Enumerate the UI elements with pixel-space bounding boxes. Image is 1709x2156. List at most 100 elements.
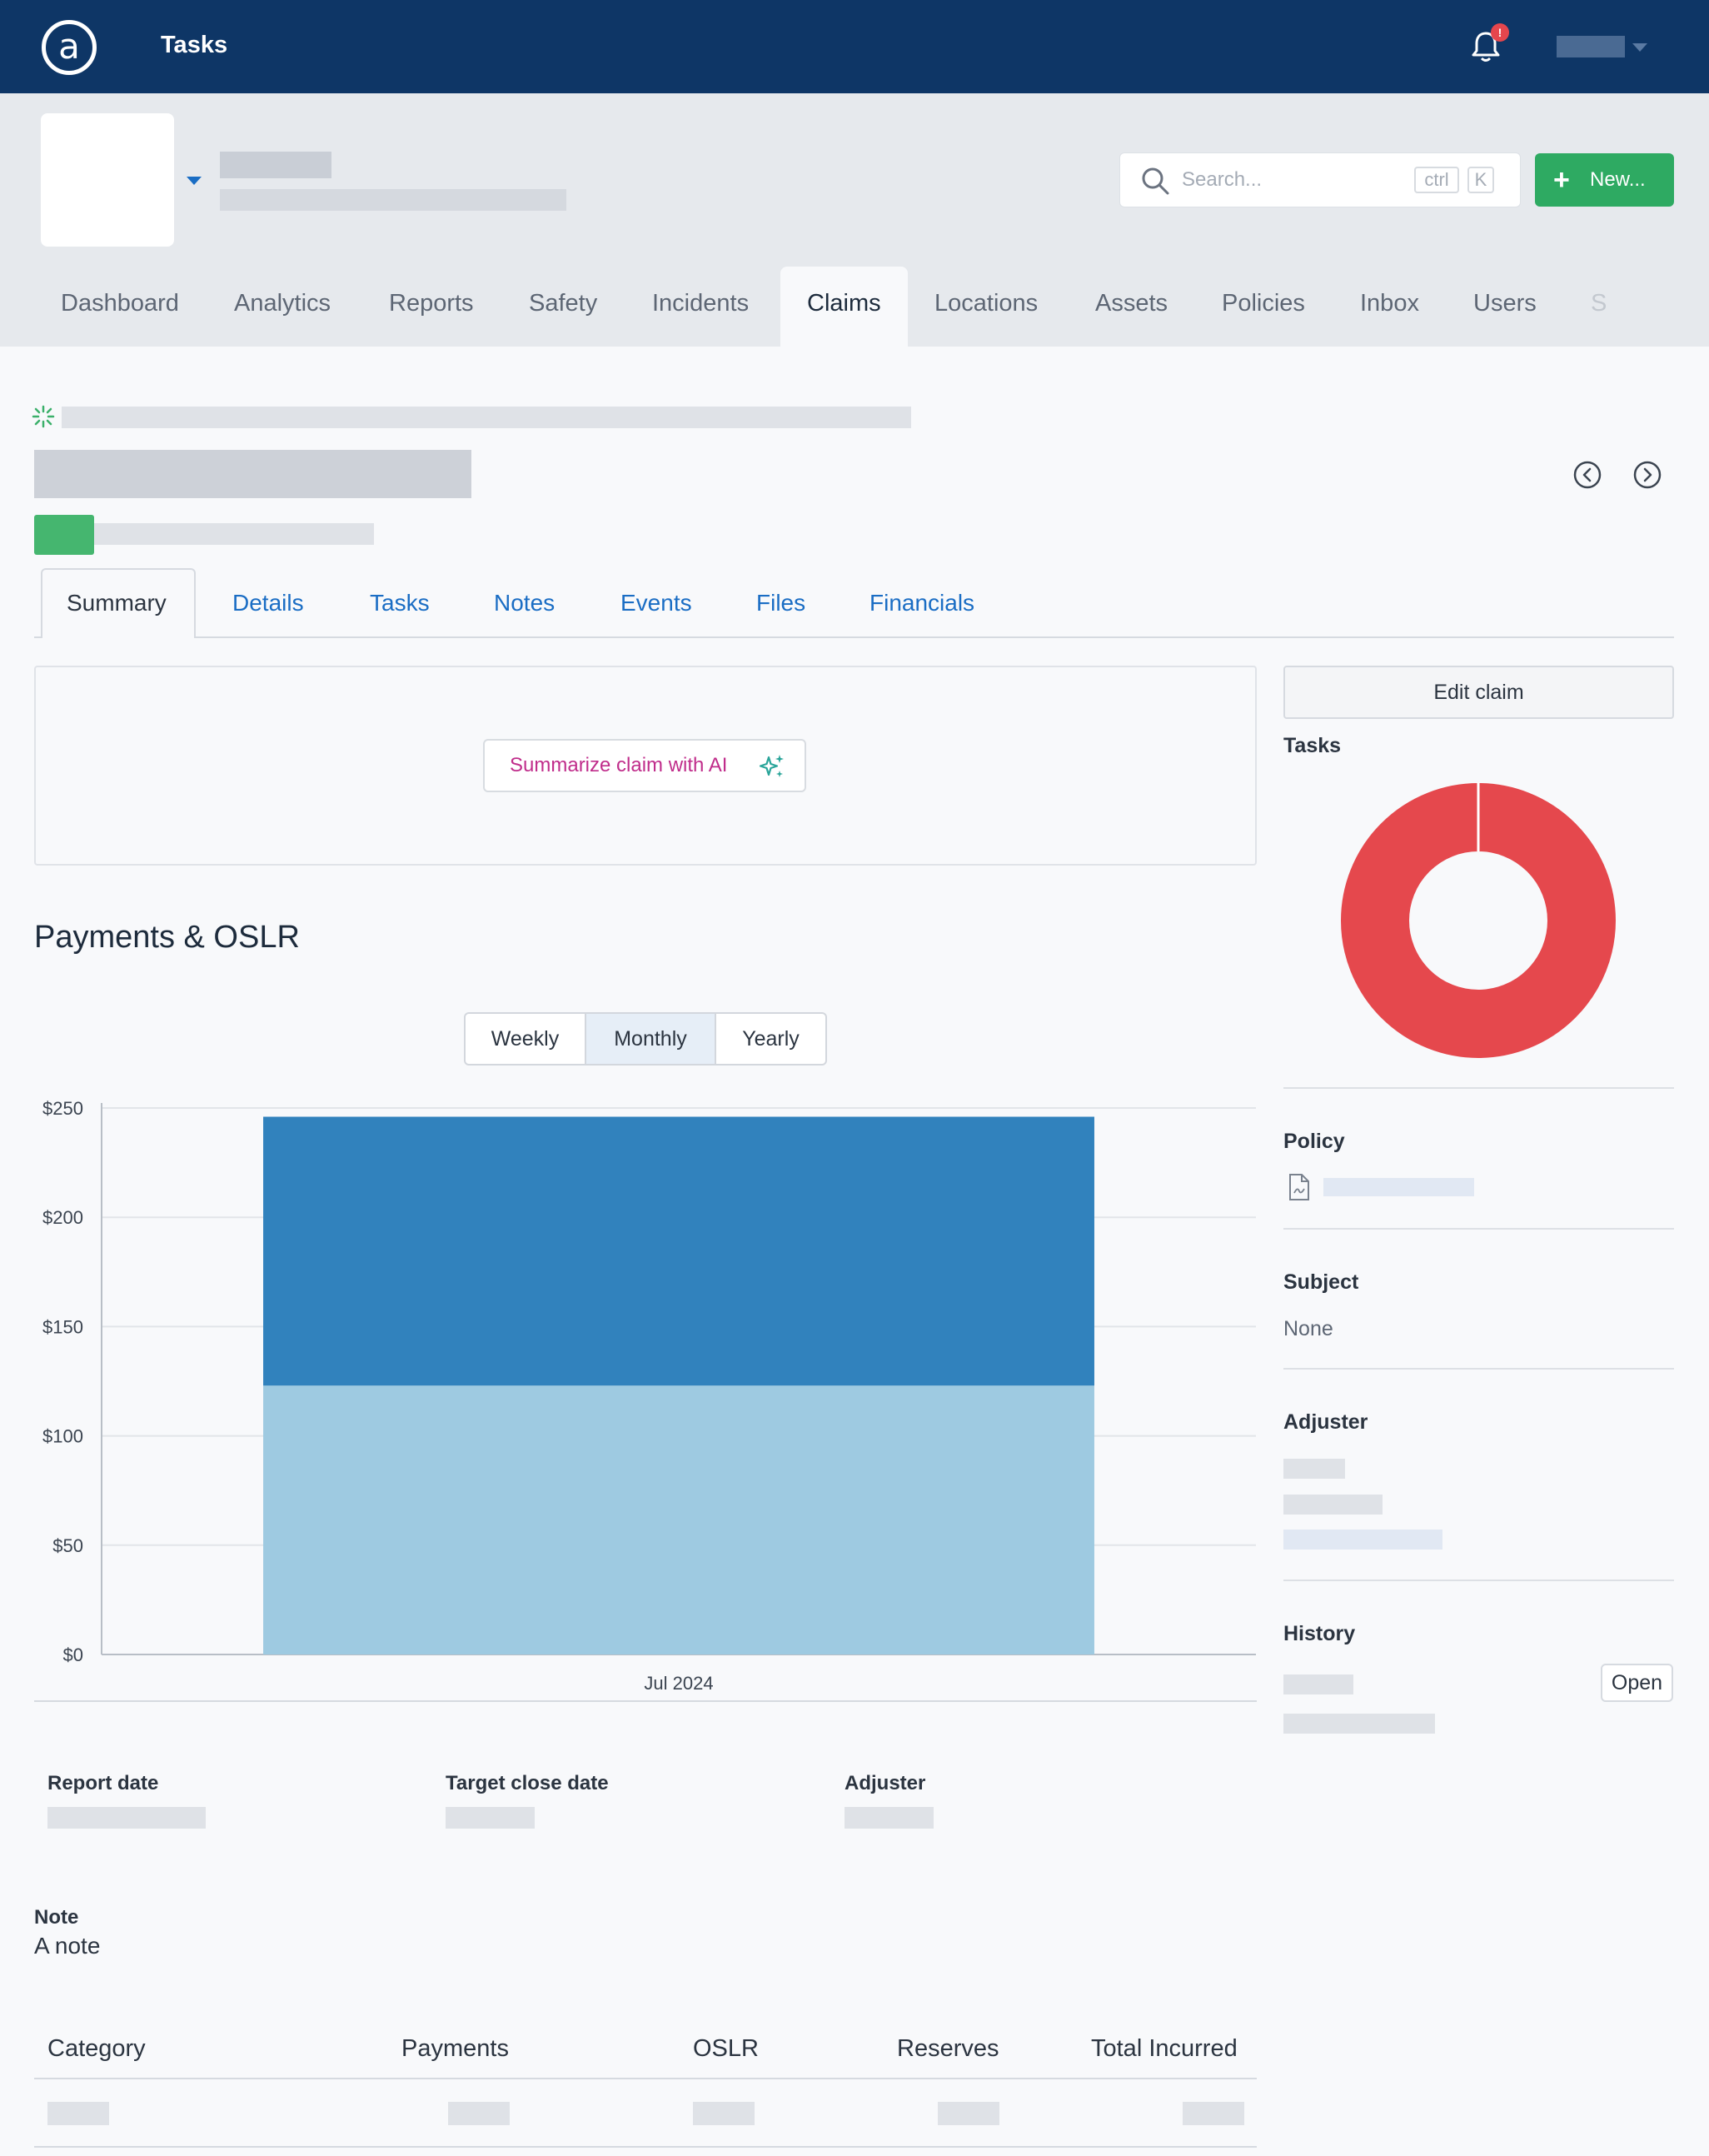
loading-icon (32, 405, 55, 428)
y-tick-label: $50 (52, 1535, 83, 1556)
nav-tab-overflow[interactable]: S (1591, 290, 1607, 317)
nav-tab-dashboard[interactable]: Dashboard (61, 290, 179, 317)
target-close-date-placeholder (446, 1807, 535, 1829)
period-monthly-button[interactable]: Monthly (585, 1012, 716, 1066)
sidebar-divider (1283, 1087, 1674, 1089)
new-button[interactable]: + New... (1535, 153, 1674, 207)
y-tick-label: $150 (42, 1316, 83, 1337)
tab-financials[interactable]: Financials (869, 590, 974, 616)
period-weekly-button[interactable]: Weekly (464, 1012, 586, 1066)
table-cell-placeholder (1183, 2102, 1244, 2125)
new-button-label: New... (1590, 168, 1646, 191)
previous-claim-icon[interactable] (1572, 460, 1602, 490)
app-title: Tasks (161, 32, 228, 58)
payments-section-title: Payments & OSLR (34, 920, 300, 955)
col-header-oslr: OSLR (693, 2035, 759, 2062)
org-subtitle-placeholder (220, 189, 566, 211)
edit-claim-button[interactable]: Edit claim (1283, 666, 1674, 719)
status-text-placeholder (94, 523, 374, 545)
note-label: Note (34, 1906, 79, 1929)
table-row-divider (34, 2146, 1257, 2148)
table-cell-placeholder (938, 2102, 999, 2125)
bar-segment-1 (263, 1116, 1094, 1386)
bar-segment-0 (263, 1385, 1094, 1654)
tab-details[interactable]: Details (232, 590, 304, 616)
sparkles-icon (759, 755, 784, 777)
report-date-placeholder (47, 1807, 206, 1829)
nav-tab-policies[interactable]: Policies (1222, 290, 1305, 317)
tab-files[interactable]: Files (756, 590, 805, 616)
table-cell-placeholder (47, 2102, 109, 2125)
tab-notes[interactable]: Notes (494, 590, 555, 616)
sidebar-divider (1283, 1580, 1674, 1581)
nav-tab-analytics[interactable]: Analytics (234, 290, 331, 317)
document-icon (1289, 1174, 1309, 1200)
breadcrumb-placeholder (62, 407, 911, 428)
col-header-total-incurred: Total Incurred (1091, 2035, 1238, 2062)
chevron-down-icon[interactable] (1632, 43, 1647, 52)
tab-events[interactable]: Events (620, 590, 692, 616)
col-header-category: Category (47, 2035, 146, 2062)
tasks-donut-chart (1341, 782, 1616, 1058)
search-icon (1142, 167, 1169, 195)
nav-tab-inbox[interactable]: Inbox (1360, 290, 1419, 317)
x-tick-label: Jul 2024 (644, 1673, 713, 1691)
top-bar (0, 0, 1709, 93)
period-yearly-button[interactable]: Yearly (715, 1012, 827, 1066)
nav-tab-incidents[interactable]: Incidents (652, 290, 749, 317)
nav-tab-reports[interactable]: Reports (389, 290, 474, 317)
claim-title-placeholder (34, 450, 471, 498)
col-header-payments: Payments (401, 2035, 509, 2062)
org-logo (41, 113, 174, 247)
tab-summary[interactable]: Summary (67, 590, 167, 616)
adjuster-name-placeholder (1283, 1459, 1345, 1479)
summarize-claim-label: Summarize claim with AI (510, 754, 728, 776)
table-cell-placeholder (693, 2102, 755, 2125)
history-label: History (1283, 1622, 1356, 1645)
table-header-divider (34, 2078, 1257, 2079)
next-claim-icon[interactable] (1632, 460, 1662, 490)
shortcut-ctrl-key: ctrl (1414, 167, 1459, 193)
adjuster-email-placeholder[interactable] (1283, 1530, 1442, 1550)
subject-label: Subject (1283, 1270, 1359, 1294)
tasks-label: Tasks (1283, 734, 1342, 757)
note-value: A note (34, 1933, 101, 1959)
y-tick-label: $200 (42, 1207, 83, 1228)
payments-chart: $0 $50 $100 $150 $200 $250 Jul 2024 (42, 1098, 1256, 1691)
history-date-placeholder (1283, 1674, 1353, 1694)
y-tick-label: $250 (42, 1098, 83, 1119)
history-open-badge[interactable]: Open (1601, 1664, 1673, 1702)
sidebar-divider (1283, 1368, 1674, 1370)
status-badge (34, 515, 94, 555)
nav-tab-assets[interactable]: Assets (1095, 290, 1168, 317)
policy-link-placeholder[interactable] (1323, 1178, 1474, 1196)
org-name-placeholder (220, 152, 331, 178)
history-detail-placeholder (1283, 1714, 1435, 1734)
tab-tasks[interactable]: Tasks (370, 590, 430, 616)
y-tick-label: $0 (63, 1644, 83, 1665)
nav-tab-safety[interactable]: Safety (529, 290, 597, 317)
sidebar-divider (1283, 1228, 1674, 1230)
notification-badge: ! (1491, 23, 1509, 42)
summarize-claim-button[interactable]: Summarize claim with AI (483, 739, 806, 792)
org-switcher-caret-icon[interactable] (187, 177, 202, 185)
nav-tab-locations[interactable]: Locations (934, 290, 1038, 317)
nav-tab-users[interactable]: Users (1473, 290, 1537, 317)
search-input[interactable] (1119, 152, 1521, 207)
user-menu[interactable] (1557, 36, 1625, 57)
col-header-reserves: Reserves (897, 2035, 999, 2062)
chart-divider (34, 1700, 1257, 1702)
app-logo[interactable]: a (42, 20, 97, 75)
adjuster-field-placeholder (845, 1807, 934, 1829)
plus-icon: + (1553, 164, 1570, 196)
target-close-date-label: Target close date (446, 1772, 609, 1794)
table-cell-placeholder (448, 2102, 510, 2125)
shortcut-k-key: K (1467, 167, 1494, 193)
y-tick-label: $100 (42, 1426, 83, 1447)
subtabs-divider (34, 636, 1674, 638)
adjuster-field-label: Adjuster (845, 1772, 926, 1794)
adjuster-phone-placeholder (1283, 1495, 1383, 1515)
subject-value: None (1283, 1317, 1333, 1340)
nav-tab-claims[interactable]: Claims (807, 290, 881, 317)
adjuster-label: Adjuster (1283, 1410, 1368, 1434)
